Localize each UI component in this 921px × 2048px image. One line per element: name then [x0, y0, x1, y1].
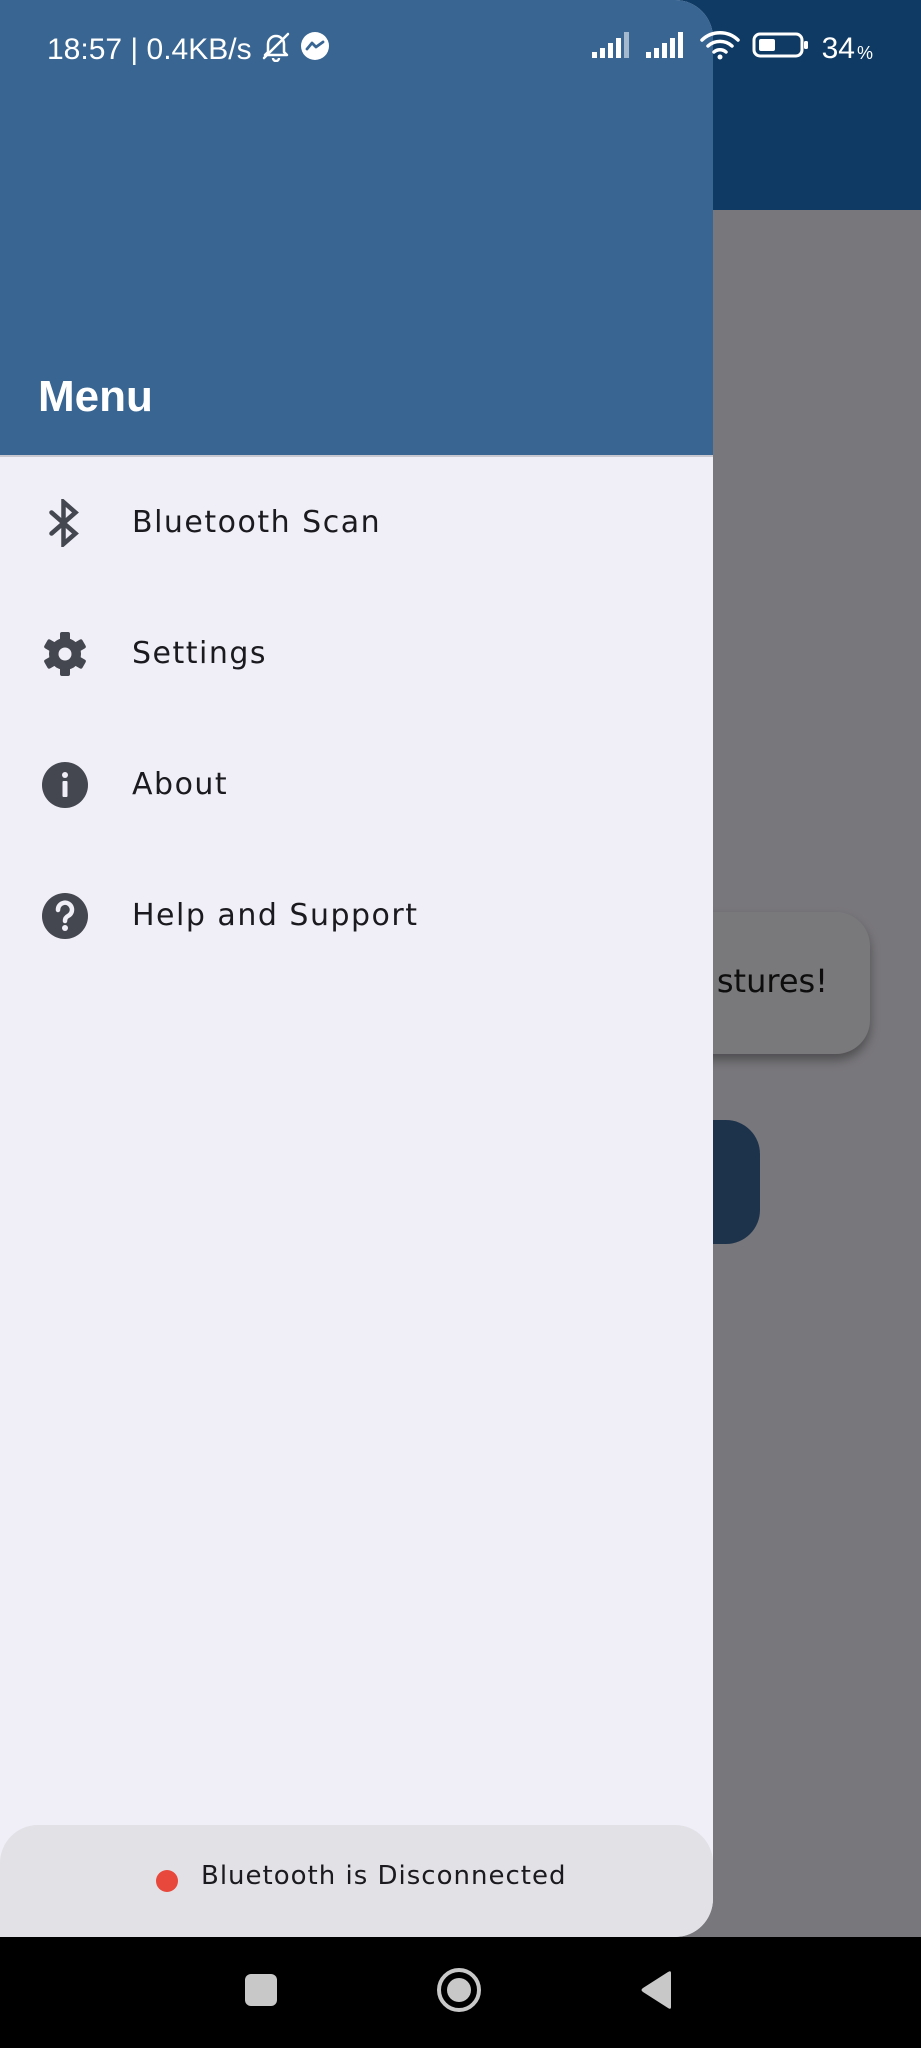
signal-icon	[645, 32, 688, 66]
status-time-speed: 18:57 | 0.4KB/s	[47, 33, 252, 66]
menu-item-settings[interactable]: Settings	[0, 588, 713, 719]
home-circle-icon	[435, 1966, 483, 2018]
help-icon	[40, 891, 90, 941]
menu-item-bluetooth-scan[interactable]: Bluetooth Scan	[0, 457, 713, 588]
bluetooth-status-text: Bluetooth is Disconnected	[201, 1861, 567, 1891]
menu-item-about[interactable]: About	[0, 719, 713, 850]
messenger-icon	[300, 31, 330, 69]
back-button[interactable]	[622, 1957, 692, 2027]
home-button[interactable]	[424, 1957, 494, 2027]
system-nav-bar	[0, 1937, 921, 2048]
recents-button[interactable]	[226, 1957, 296, 2027]
back-triangle-icon	[637, 1969, 677, 2015]
navigation-drawer: Menu Bluetooth Scan Settings About Help …	[0, 0, 713, 1937]
signal-icon	[591, 32, 634, 66]
menu-list: Bluetooth Scan Settings About Help and S…	[0, 457, 713, 981]
menu-item-label: Settings	[132, 636, 268, 671]
drawer-title: Menu	[38, 372, 153, 421]
mute-bell-icon	[260, 30, 292, 70]
bluetooth-status-footer: Bluetooth is Disconnected	[0, 1825, 713, 1937]
battery-unit: %	[856, 42, 873, 63]
gear-icon	[40, 629, 90, 679]
status-bar: 18:57 | 0.4KB/s 34 %	[0, 0, 921, 100]
screen: stures! Menu Bluetooth Scan	[0, 0, 921, 2048]
wifi-icon	[699, 30, 740, 68]
battery-level: 34	[821, 32, 855, 65]
menu-item-label: About	[132, 767, 229, 802]
status-left: 18:57 | 0.4KB/s	[47, 30, 330, 70]
bluetooth-icon	[40, 498, 90, 548]
status-right: 34 %	[591, 30, 873, 68]
battery-icon	[752, 31, 810, 67]
menu-item-label: Bluetooth Scan	[132, 505, 382, 540]
menu-item-help-support[interactable]: Help and Support	[0, 850, 713, 981]
info-icon	[40, 760, 90, 810]
menu-item-label: Help and Support	[132, 898, 419, 933]
status-dot-icon	[156, 1870, 178, 1892]
square-icon	[243, 1972, 279, 2012]
